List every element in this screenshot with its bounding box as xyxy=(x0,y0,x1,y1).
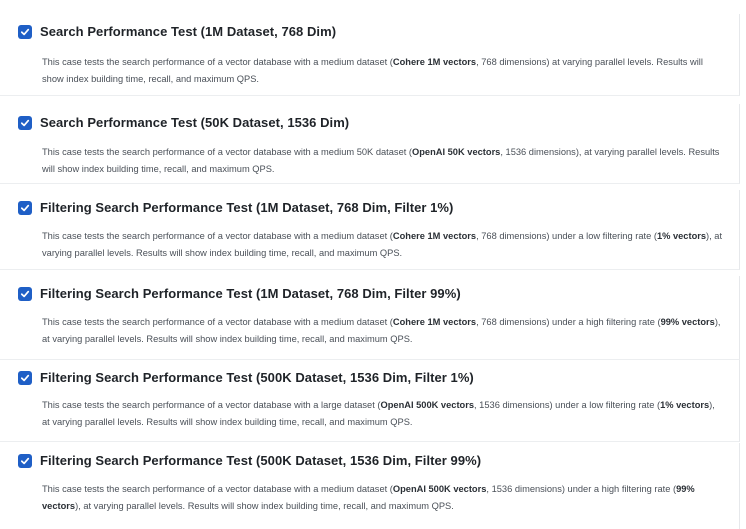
desc-text: , 768 dimensions) under a low filtering … xyxy=(476,231,657,241)
check-icon xyxy=(20,374,30,381)
case-title[interactable]: Search Performance Test (50K Dataset, 15… xyxy=(40,115,349,130)
check-icon xyxy=(20,204,30,211)
case-header: Filtering Search Performance Test (500K … xyxy=(18,370,474,385)
desc-text: This case tests the search performance o… xyxy=(42,400,381,410)
desc-highlight: Cohere 1M vectors xyxy=(392,231,477,241)
case-card: Filtering Search Performance Test (1M Da… xyxy=(0,190,740,270)
case-title[interactable]: Filtering Search Performance Test (1M Da… xyxy=(40,286,461,301)
case-description: This case tests the search performance o… xyxy=(42,54,725,87)
desc-text: This case tests the search performance o… xyxy=(42,231,393,241)
desc-text: , 1536 dimensions) under a low filtering… xyxy=(474,400,661,410)
case-list: Search Performance Test (1M Dataset, 768… xyxy=(0,0,746,529)
case-header: Search Performance Test (1M Dataset, 768… xyxy=(18,24,336,39)
case-checkbox[interactable] xyxy=(18,370,32,385)
case-header: Search Performance Test (50K Dataset, 15… xyxy=(18,115,349,130)
case-header: Filtering Search Performance Test (500K … xyxy=(18,453,481,468)
desc-highlight: Cohere 1M vectors xyxy=(392,57,477,67)
case-title[interactable]: Search Performance Test (1M Dataset, 768… xyxy=(40,24,336,39)
case-header: Filtering Search Performance Test (1M Da… xyxy=(18,200,453,215)
case-description: This case tests the search performance o… xyxy=(42,481,725,514)
check-icon xyxy=(20,290,30,297)
case-checkbox[interactable] xyxy=(18,200,32,215)
desc-text: This case tests the search performance o… xyxy=(42,317,393,327)
desc-text: This case tests the search performance o… xyxy=(42,57,393,67)
desc-highlight: 1% vectors xyxy=(660,400,710,410)
case-card: Filtering Search Performance Test (1M Da… xyxy=(0,276,740,360)
desc-highlight: OpenAI 50K vectors xyxy=(412,147,501,157)
check-icon xyxy=(20,119,30,126)
desc-text: , 768 dimensions) under a high filtering… xyxy=(476,317,661,327)
desc-highlight: Cohere 1M vectors xyxy=(392,317,477,327)
case-card: Search Performance Test (1M Dataset, 768… xyxy=(0,14,740,96)
check-icon xyxy=(20,28,30,35)
case-checkbox[interactable] xyxy=(18,24,32,39)
case-card: Search Performance Test (50K Dataset, 15… xyxy=(0,104,740,184)
case-checkbox[interactable] xyxy=(18,286,32,301)
case-card: Filtering Search Performance Test (500K … xyxy=(0,443,740,529)
case-title[interactable]: Filtering Search Performance Test (1M Da… xyxy=(40,200,453,215)
desc-text: , 1536 dimensions) under a high filterin… xyxy=(486,484,677,494)
case-description: This case tests the search performance o… xyxy=(42,144,725,177)
case-description: This case tests the search performance o… xyxy=(42,228,725,261)
case-card: Filtering Search Performance Test (500K … xyxy=(0,360,740,442)
case-description: This case tests the search performance o… xyxy=(42,397,725,430)
desc-highlight: 1% vectors xyxy=(656,231,707,241)
desc-highlight: OpenAI 500K vectors xyxy=(380,400,475,410)
desc-text: This case tests the search performance o… xyxy=(42,147,412,157)
case-description: This case tests the search performance o… xyxy=(42,314,725,347)
desc-text: ), at varying parallel levels. Results w… xyxy=(75,500,454,511)
case-title[interactable]: Filtering Search Performance Test (500K … xyxy=(40,453,481,468)
case-title[interactable]: Filtering Search Performance Test (500K … xyxy=(40,370,474,385)
case-checkbox[interactable] xyxy=(18,115,32,130)
desc-highlight: OpenAI 500K vectors xyxy=(392,484,487,494)
desc-text: This case tests the search performance o… xyxy=(42,484,393,494)
case-checkbox[interactable] xyxy=(18,453,32,468)
case-header: Filtering Search Performance Test (1M Da… xyxy=(18,286,461,301)
desc-highlight: 99% vectors xyxy=(660,317,715,327)
check-icon xyxy=(20,457,30,464)
